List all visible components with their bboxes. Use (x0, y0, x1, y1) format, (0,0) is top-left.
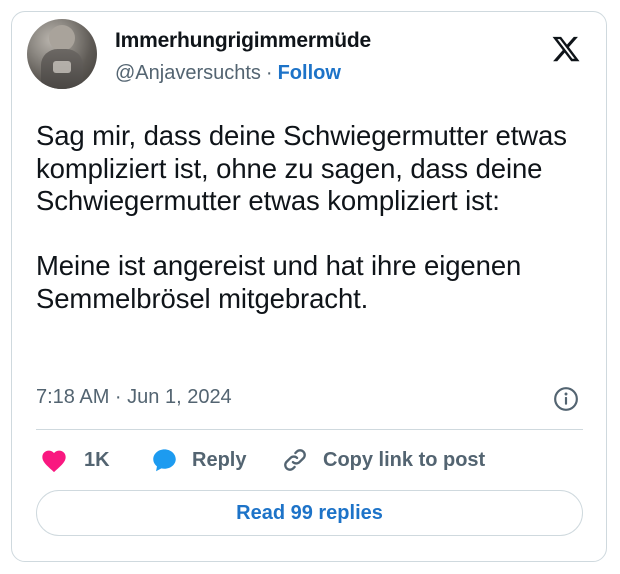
like-button[interactable]: 1K (40, 445, 110, 475)
author-handle-row: @Anjaversuchts · Follow (115, 62, 341, 85)
avatar-head (49, 25, 75, 51)
divider (36, 429, 583, 430)
tweet-text: Sag mir, dass deine Schwiegermutter etwa… (36, 120, 581, 315)
heart-icon (42, 450, 66, 473)
copy-link-label: Copy link to post (323, 448, 486, 471)
x-logo-icon[interactable] (551, 34, 581, 64)
read-replies-label: Read 99 replies (236, 501, 383, 524)
copy-link-button[interactable]: Copy link to post (281, 445, 485, 475)
tweet-timestamp[interactable]: 7:18 AM · Jun 1, 2024 (36, 386, 232, 409)
author-display-name[interactable]: Immerhungrigimmermüde (115, 29, 371, 53)
read-replies-button[interactable]: Read 99 replies (36, 490, 583, 536)
tweet-paragraph: Sag mir, dass deine Schwiegermutter etwa… (36, 120, 567, 216)
follow-link[interactable]: Follow (278, 62, 341, 84)
avatar-shirt-print (53, 61, 71, 73)
separator-dot: · (265, 62, 273, 84)
author-handle[interactable]: @Anjaversuchts (115, 62, 261, 84)
avatar[interactable] (27, 19, 97, 89)
link-icon (284, 449, 306, 471)
reply-label: Reply (192, 448, 247, 471)
speech-bubble-icon (153, 449, 176, 472)
reply-button[interactable]: Reply (151, 445, 246, 475)
like-count: 1K (84, 448, 110, 471)
tweet-paragraph: Meine ist angereist und hat ihre eigenen… (36, 250, 522, 314)
info-icon[interactable] (553, 386, 579, 412)
